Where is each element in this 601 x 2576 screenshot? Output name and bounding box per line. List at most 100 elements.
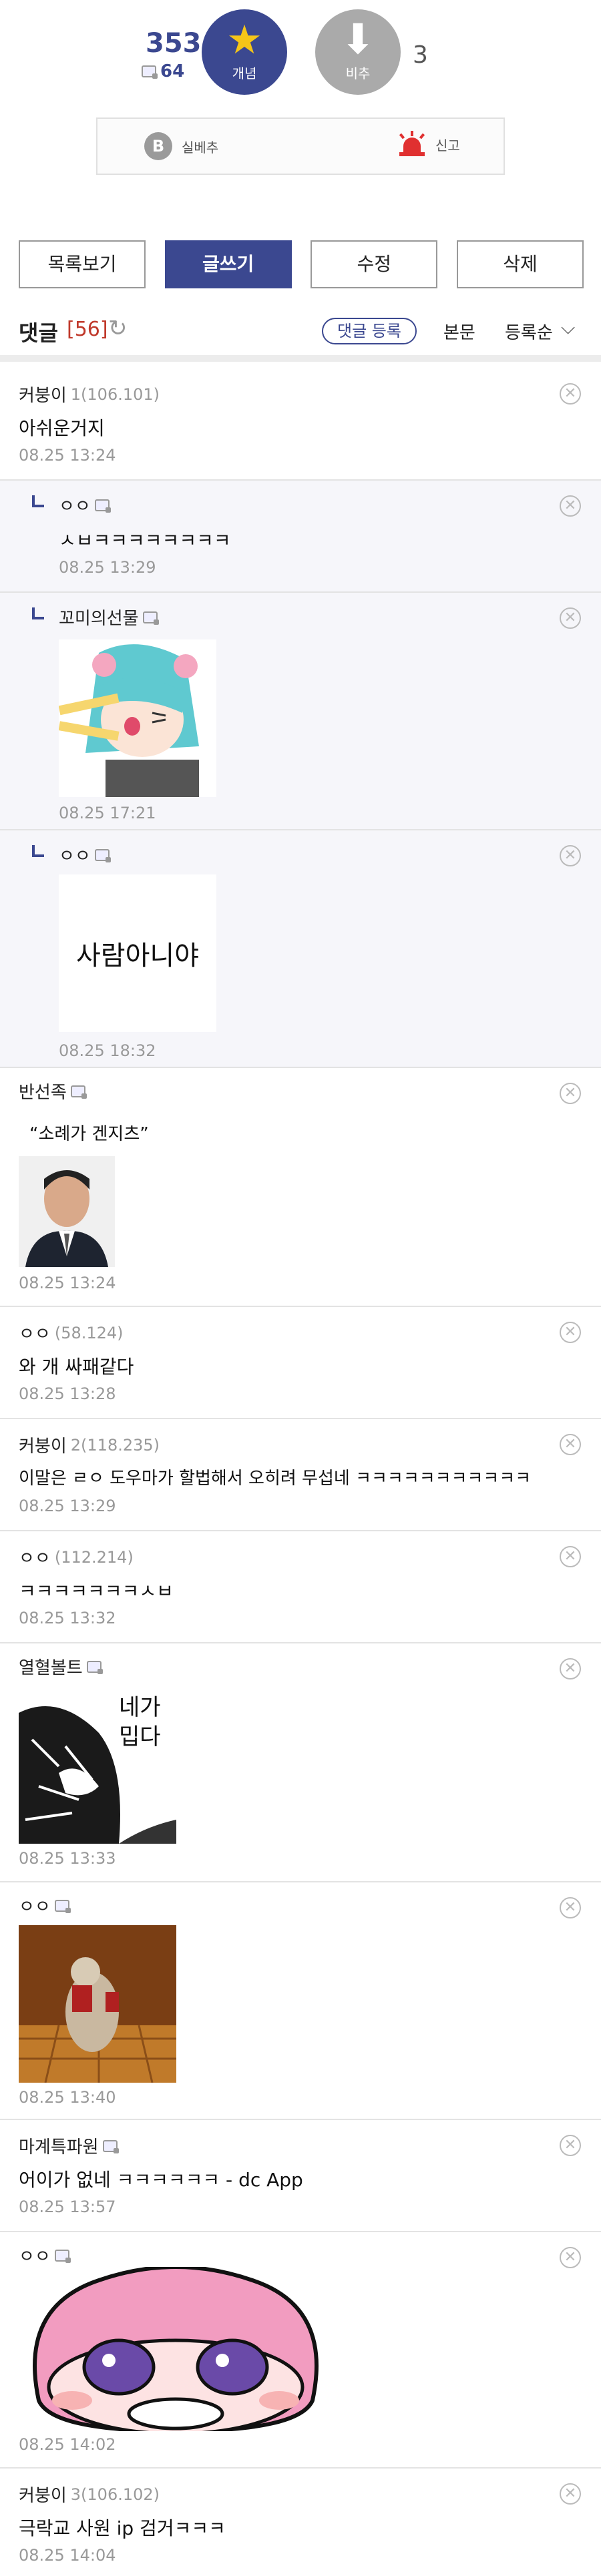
comment-author[interactable]: ㅇㅇ (58.124) [19, 1320, 124, 1345]
report-label: 신고 [435, 137, 460, 154]
comment-author[interactable]: 커붕이 3(106.102) [19, 2482, 160, 2507]
close-icon[interactable]: ✕ [560, 1434, 581, 1455]
sub-actions: B 실베추 신고 [96, 117, 505, 175]
upvote-label: 개념 [232, 65, 257, 81]
comment-author[interactable]: 커붕이 1(106.101) [19, 382, 160, 407]
comment-time: 08.25 17:21 [59, 804, 156, 822]
post-action-buttons: 목록보기 글쓰기 수정 삭제 [19, 240, 584, 288]
upvote-button[interactable]: ★ 개념 [202, 9, 287, 95]
comment-item: ㅇㅇ (58.124) ✕ 와 개 싸패같다 08.25 13:28 [0, 1307, 601, 1419]
comment-text: ㅅㅂㅋㅋㅋㅋㅋㅋㅋㅋ [59, 529, 231, 551]
best-label: 실베추 [182, 139, 219, 156]
comment-author[interactable]: ㅇㅇ (112.214) [19, 1545, 134, 1569]
comment-author[interactable]: ㅇㅇ [19, 1893, 71, 1918]
body-link[interactable]: 본문 [443, 319, 475, 344]
siren-icon [398, 131, 426, 158]
comment-time: 08.25 14:02 [19, 2435, 116, 2454]
author-ip: (58.124) [54, 1323, 124, 1342]
dccon-image [19, 2267, 333, 2431]
author-ip: (112.214) [54, 1547, 134, 1567]
edit-button[interactable]: 수정 [311, 240, 438, 288]
close-icon[interactable]: ✕ [560, 2483, 581, 2505]
reply-arrow-icon [32, 495, 44, 507]
close-icon[interactable]: ✕ [560, 383, 581, 405]
gif-image [19, 1925, 176, 2083]
close-icon[interactable]: ✕ [560, 607, 581, 629]
comment-time: 08.25 13:29 [19, 1497, 116, 1515]
vote-area: 353 64 ★ 개념 ⬇ 비추 3 [0, 0, 601, 107]
author-name: ㅇㅇ [19, 2247, 51, 2267]
author-name: 반선족 [19, 1083, 67, 1103]
close-icon[interactable]: ✕ [560, 2247, 581, 2268]
close-icon[interactable]: ✕ [560, 495, 581, 517]
downvote-count: 3 [413, 41, 428, 69]
report-button[interactable]: 신고 [398, 131, 460, 158]
comment-author[interactable]: ㅇㅇ [19, 2243, 71, 2268]
write-button[interactable]: 글쓰기 [164, 240, 292, 288]
photo-image [19, 1156, 115, 1267]
comment-author[interactable]: 마계특파원 [19, 2133, 119, 2158]
comment-author[interactable]: 커붕이 2(118.235) [19, 1433, 160, 1457]
comment-title: 댓글 [19, 320, 58, 346]
comment-time: 08.25 13:32 [19, 1609, 116, 1627]
author-name: ㅇㅇ [19, 1897, 51, 1917]
comment-text: 아쉬운거지 [19, 417, 105, 439]
manga-caption: 네가 밉다 [119, 1694, 161, 1750]
comment-author[interactable]: 꼬미의선물 [59, 605, 159, 629]
close-icon[interactable]: ✕ [560, 1083, 581, 1104]
best-recommend-button[interactable]: B 실베추 [144, 132, 218, 160]
close-icon[interactable]: ✕ [560, 1897, 581, 1918]
comment-time: 08.25 14:04 [19, 2546, 116, 2565]
comment-time: 08.25 13:57 [19, 2198, 116, 2216]
page: 353 64 ★ 개념 ⬇ 비추 3 B 실베추 신고 목록보기 글쓰기 수정 … [0, 0, 601, 2565]
sort-select[interactable]: 등록순 [505, 319, 553, 344]
dccon-image-text: 사람아니야 [59, 874, 216, 1032]
author-ip: 3(106.102) [70, 2485, 160, 2504]
comment-author[interactable]: 열혈볼트 [19, 1654, 103, 1679]
fix-user-icon [102, 2139, 119, 2153]
comment-author[interactable]: ㅇㅇ [59, 842, 111, 867]
author-name: ㅇㅇ [19, 1324, 51, 1344]
list-button[interactable]: 목록보기 [19, 240, 146, 288]
comment-text: 이말은 ㄹㅇ 도우마가 할법해서 오히려 무섭네 ㅋㅋㅋㅋㅋㅋㅋㅋㅋㅋㅋ [19, 1469, 532, 1489]
author-name: 커붕이 [19, 1437, 67, 1457]
fixed-upvote-count: 64 [142, 61, 184, 81]
comment-item: 마계특파원 ✕ 어이가 없네 ㅋㅋㅋㅋㅋㅋ - dc App 08.25 13:… [0, 2120, 601, 2232]
comment-time: 08.25 13:29 [59, 558, 156, 577]
refresh-icon[interactable]: ↻ [108, 315, 128, 342]
comment-text: 와 개 싸패같다 [19, 1356, 134, 1378]
close-icon[interactable]: ✕ [560, 1658, 581, 1680]
best-icon: B [144, 132, 172, 160]
comment-author[interactable]: ㅇㅇ [59, 493, 111, 517]
author-name: 커붕이 [19, 386, 67, 406]
author-name: 열혈볼트 [19, 1658, 83, 1678]
comment-count: [56] [67, 318, 108, 341]
manga-image: 네가 밉다 [19, 1686, 176, 1844]
comment-item: ㅇㅇ ✕ 08.25 13:40 [0, 1882, 601, 2120]
close-icon[interactable]: ✕ [560, 2135, 581, 2156]
reply-arrow-icon [32, 845, 44, 857]
fix-user-icon [54, 1899, 71, 1913]
fix-user-icon [86, 1660, 103, 1674]
comment-item: 반선족 ✕ “소례가 겐지츠” 08.25 13:24 [0, 1068, 601, 1307]
author-ip: 2(118.235) [70, 1435, 160, 1455]
close-icon[interactable]: ✕ [560, 1322, 581, 1343]
close-icon[interactable]: ✕ [560, 845, 581, 866]
down-arrow-icon: ⬇ [341, 15, 375, 63]
delete-button[interactable]: 삭제 [456, 240, 584, 288]
fix-user-icon [70, 1085, 87, 1099]
comment-item: ㅇㅇ (112.214) ✕ ㅋㅋㅋㅋㅋㅋㅋㅅㅂ 08.25 13:32 [0, 1531, 601, 1643]
comment-item: 커붕이 3(106.102) ✕ 극락교 사원 ip 검거ㅋㅋㅋ 08.25 14… [0, 2469, 601, 2576]
reply-arrow-icon [32, 607, 44, 619]
reply-item: ㅇㅇ ✕ 사람아니야 08.25 18:32 [0, 830, 601, 1068]
register-comment-button[interactable]: 댓글 등록 [322, 318, 417, 344]
fix-icon [142, 65, 158, 79]
close-icon[interactable]: ✕ [560, 1546, 581, 1567]
author-name: 커붕이 [19, 2486, 67, 2506]
comment-author[interactable]: 반선족 [19, 1079, 87, 1103]
reply-item: 꼬미의선물 ✕ 08.25 17:21 [0, 593, 601, 830]
author-name: ㅇㅇ [59, 497, 91, 517]
chevron-down-icon[interactable]: ⌵ [561, 316, 575, 339]
downvote-button[interactable]: ⬇ 비추 [315, 9, 401, 95]
comment-text: ㅋㅋㅋㅋㅋㅋㅋㅅㅂ [19, 1580, 174, 1602]
